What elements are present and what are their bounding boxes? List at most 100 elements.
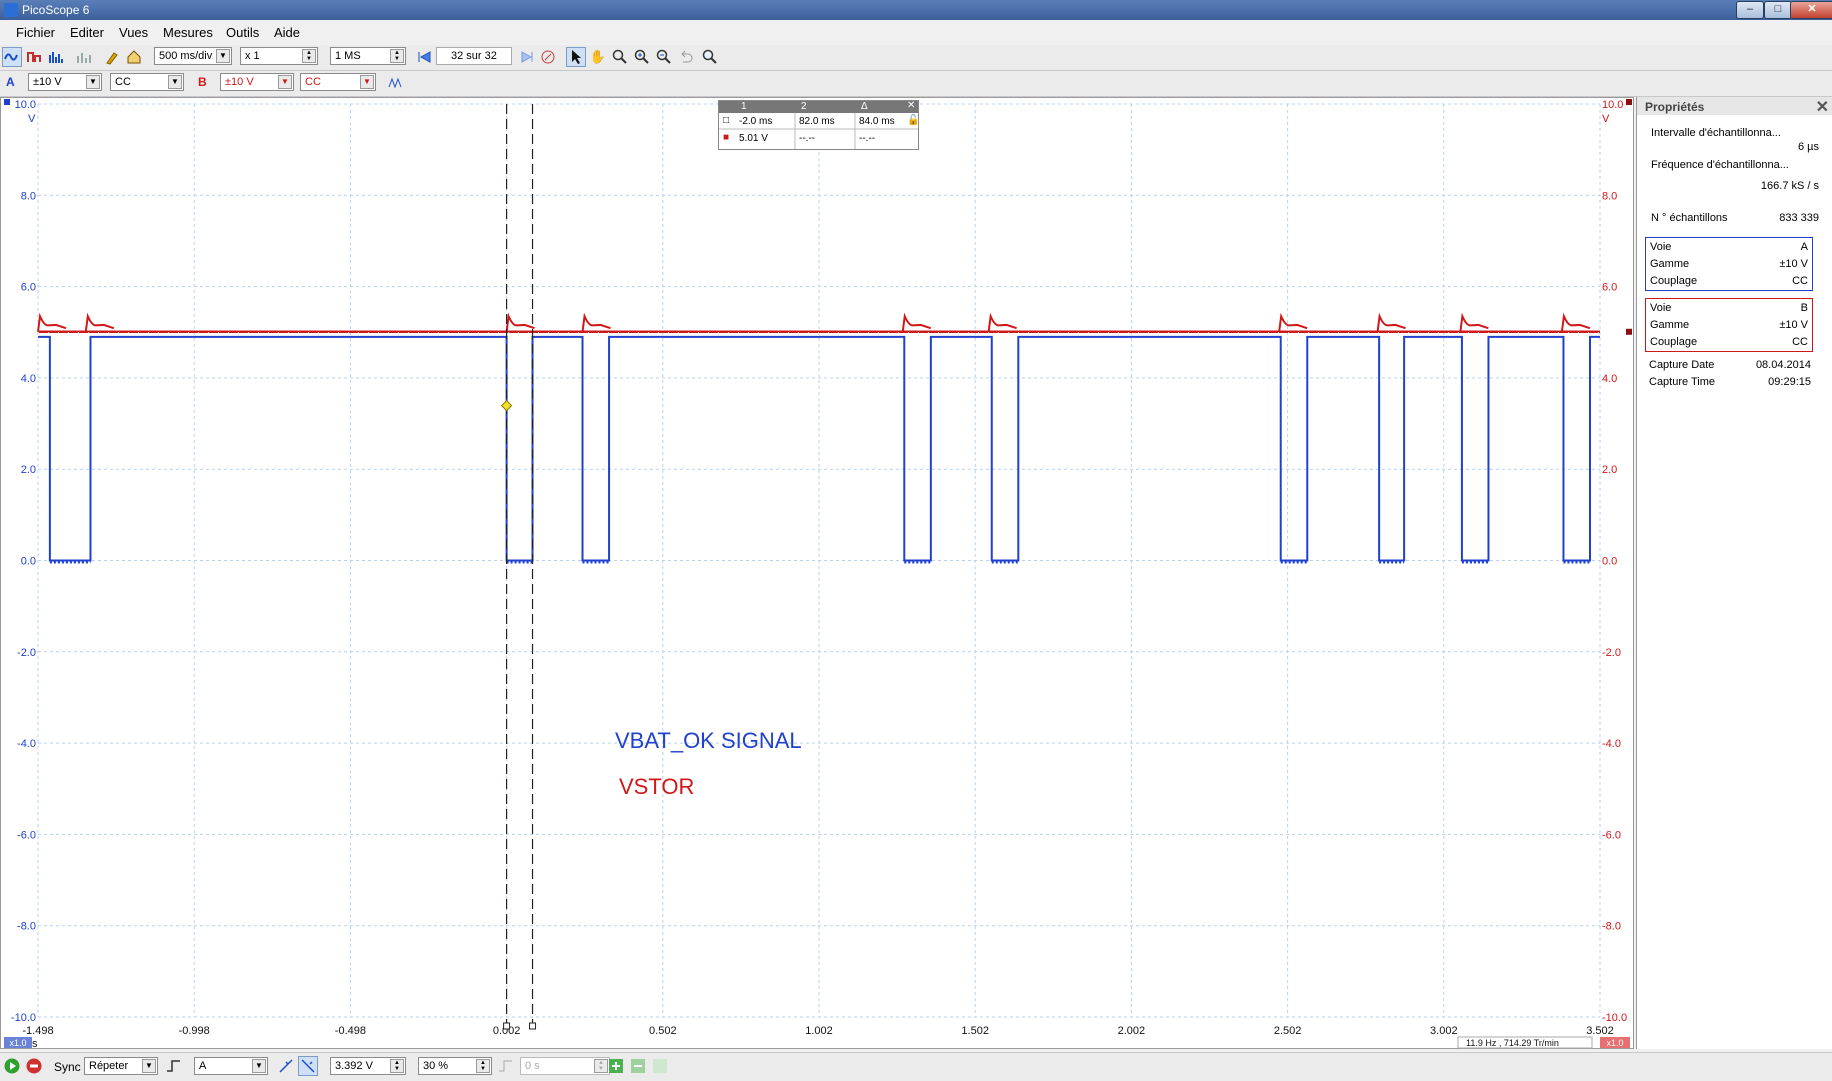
y-tick-label-right: 0.0 bbox=[1602, 556, 1617, 568]
y-unit-left: V bbox=[28, 113, 36, 125]
close-icon[interactable]: ✕ bbox=[1816, 97, 1829, 117]
channel-a-ruler-handle[interactable] bbox=[4, 99, 10, 105]
undo-zoom-icon[interactable] bbox=[676, 47, 696, 67]
series-vstor-spike bbox=[901, 312, 932, 332]
num-samples-label: N ° échantillons bbox=[1651, 212, 1728, 224]
cursor-measurement-table[interactable]: 1 2 Δ ✕ □ -2.0 ms 82.0 ms 84.0 ms 🔓 ■ 5.… bbox=[718, 100, 919, 150]
series-vstor-spike bbox=[505, 312, 535, 332]
sample-interval-label: Intervalle d'échantillonna... bbox=[1651, 127, 1781, 139]
edit-measurement-icon[interactable] bbox=[628, 1056, 648, 1076]
probe-icon[interactable] bbox=[102, 47, 122, 67]
y-tick-label-right: -4.0 bbox=[1602, 738, 1621, 750]
add-measurement-icon[interactable] bbox=[606, 1056, 626, 1076]
rising-edge-icon[interactable] bbox=[276, 1056, 296, 1076]
start-capture-icon[interactable] bbox=[2, 1056, 22, 1076]
channel-a-tag[interactable]: A bbox=[6, 75, 15, 89]
x-tick-label: 1.002 bbox=[805, 1025, 833, 1037]
buffer-navigator[interactable]: 32 sur 32 bbox=[436, 47, 512, 65]
trigger-marker[interactable] bbox=[500, 399, 513, 412]
time-cursor-1-handle[interactable] bbox=[503, 1022, 511, 1030]
spectrum-mode-icon[interactable] bbox=[46, 47, 66, 67]
y-tick-label-left: 2.0 bbox=[21, 464, 36, 476]
trigger-mode-select[interactable]: Répeter ▼ bbox=[84, 1057, 158, 1075]
y-tick-label-right: 2.0 bbox=[1602, 464, 1617, 476]
time-cursor-2-handle[interactable] bbox=[529, 1022, 537, 1030]
menu-mesures[interactable]: Mesures bbox=[163, 25, 213, 40]
post-trigger-icon[interactable] bbox=[496, 1056, 516, 1076]
sync-label: Sync bbox=[54, 1060, 81, 1074]
close-icon[interactable]: ✕ bbox=[907, 100, 915, 111]
zoom-in-icon[interactable] bbox=[632, 47, 652, 67]
chevron-down-icon: ▼ bbox=[252, 1059, 266, 1073]
num-samples-value: 833 339 bbox=[1779, 212, 1819, 224]
chevron-down-icon: ▼ bbox=[216, 49, 230, 63]
menu-outils[interactable]: Outils bbox=[226, 25, 259, 40]
trigger-source-select[interactable]: A ▼ bbox=[194, 1057, 268, 1075]
y-tick-label-left: 10.0 bbox=[15, 99, 36, 111]
app-logo-icon bbox=[4, 3, 18, 17]
stop-capture-icon[interactable] bbox=[24, 1056, 44, 1076]
hand-tool-icon[interactable]: ✋ bbox=[588, 47, 608, 67]
measure-v2: --.-- bbox=[799, 133, 816, 144]
sample-interval-value: 6 µs bbox=[1797, 141, 1819, 153]
scale-label-right: x1.0 bbox=[1606, 1038, 1623, 1048]
series-vstor-spike bbox=[1376, 312, 1406, 332]
scope-mode-icon[interactable] bbox=[2, 47, 22, 67]
pretrigger-input[interactable]: 30 % ▲ ▼ bbox=[418, 1057, 492, 1075]
x-tick-label: 2.502 bbox=[1274, 1025, 1302, 1037]
trigger-advanced-icon[interactable] bbox=[164, 1056, 184, 1076]
channel-b-tag[interactable]: B bbox=[198, 75, 207, 89]
zoom-out-icon[interactable] bbox=[654, 47, 674, 67]
scope-waveform-chart[interactable]: 10.0 10.0 8.0 8.0 6.0 6.0 4.0 4.0 2.0 2.0 0.0 0.0 -2… bbox=[0, 97, 1634, 1049]
chevron-down-icon: ▼ bbox=[278, 75, 292, 89]
channel-b-range-select[interactable]: ±10 V ▼ bbox=[220, 73, 294, 91]
y-tick-label-left: -8.0 bbox=[17, 921, 36, 933]
channel-b-ruler-handle[interactable] bbox=[1626, 99, 1632, 105]
channel-toolbar: A ±10 V ▼ CC ▼ B ±10 V ▼ CC ▼ bbox=[0, 71, 1832, 97]
channel-b-coupling-select[interactable]: CC ▼ bbox=[300, 73, 376, 91]
buffer-first-icon[interactable] bbox=[414, 47, 434, 67]
channel-a-range-select[interactable]: ±10 V ▼ bbox=[28, 73, 102, 91]
buffer-next-icon[interactable] bbox=[518, 47, 538, 67]
menu-fichier[interactable]: Fichier bbox=[16, 25, 55, 40]
trigger-delay-input[interactable]: 0 s ▲ ▼ bbox=[520, 1057, 610, 1075]
channel-a-coupling-select[interactable]: CC ▼ bbox=[110, 73, 184, 91]
timebase-select[interactable]: 500 ms/div ▼ bbox=[154, 47, 232, 65]
zoom-overview-icon[interactable] bbox=[700, 47, 720, 67]
channel-b-offset-handle[interactable] bbox=[1626, 328, 1632, 335]
channel-options-icon[interactable] bbox=[386, 73, 406, 93]
home-icon[interactable] bbox=[124, 47, 144, 67]
spectrum-settings-icon[interactable] bbox=[74, 47, 94, 67]
pointer-tool-icon[interactable] bbox=[566, 47, 586, 67]
capture-date-label: Capture Date bbox=[1649, 359, 1715, 371]
zoom-window-icon[interactable] bbox=[610, 47, 630, 67]
menu-aide[interactable]: Aide bbox=[274, 25, 300, 40]
properties-header: Propriétés ✕ bbox=[1637, 97, 1832, 117]
close-button[interactable]: ✕ bbox=[1790, 1, 1832, 19]
spinner-icon[interactable]: ▲ ▼ bbox=[390, 1059, 404, 1073]
trigger-level-input[interactable]: 3.392 V ▲ ▼ bbox=[330, 1057, 406, 1075]
spinner-icon[interactable]: ▲ ▼ bbox=[476, 1059, 490, 1073]
maximize-button[interactable]: □ bbox=[1764, 1, 1792, 19]
buffer-overview-icon[interactable] bbox=[538, 47, 558, 67]
y-tick-label-right: 6.0 bbox=[1602, 282, 1617, 294]
delete-measurement-icon[interactable] bbox=[650, 1056, 670, 1076]
persistence-mode-icon[interactable] bbox=[24, 47, 44, 67]
channel-b-properties: Voie B Gamme ±10 V Couplage CC bbox=[1645, 298, 1813, 352]
measure-dv: --.-- bbox=[859, 133, 876, 144]
zoom-factor-input[interactable]: x 1 ▲ ▼ bbox=[240, 47, 318, 65]
measure-t1: -2.0 ms bbox=[739, 116, 773, 127]
measure-dt: 84.0 ms bbox=[859, 116, 895, 127]
spinner-icon[interactable]: ▲ ▼ bbox=[302, 49, 316, 63]
falling-edge-icon[interactable] bbox=[298, 1056, 318, 1076]
spinner-icon[interactable]: ▲ ▼ bbox=[390, 49, 404, 63]
samples-input[interactable]: 1 MS ▲ ▼ bbox=[330, 47, 406, 65]
minimize-button[interactable]: – bbox=[1736, 1, 1764, 19]
x-tick-label: -0.998 bbox=[179, 1025, 210, 1037]
y-tick-label-left: 6.0 bbox=[21, 282, 36, 294]
scale-label-left: x1.0 bbox=[9, 1038, 26, 1048]
lock-icon[interactable]: 🔓 bbox=[907, 115, 919, 126]
menu-vues[interactable]: Vues bbox=[119, 25, 148, 40]
x-tick-label: -0.498 bbox=[335, 1025, 366, 1037]
menu-editer[interactable]: Editer bbox=[70, 25, 104, 40]
